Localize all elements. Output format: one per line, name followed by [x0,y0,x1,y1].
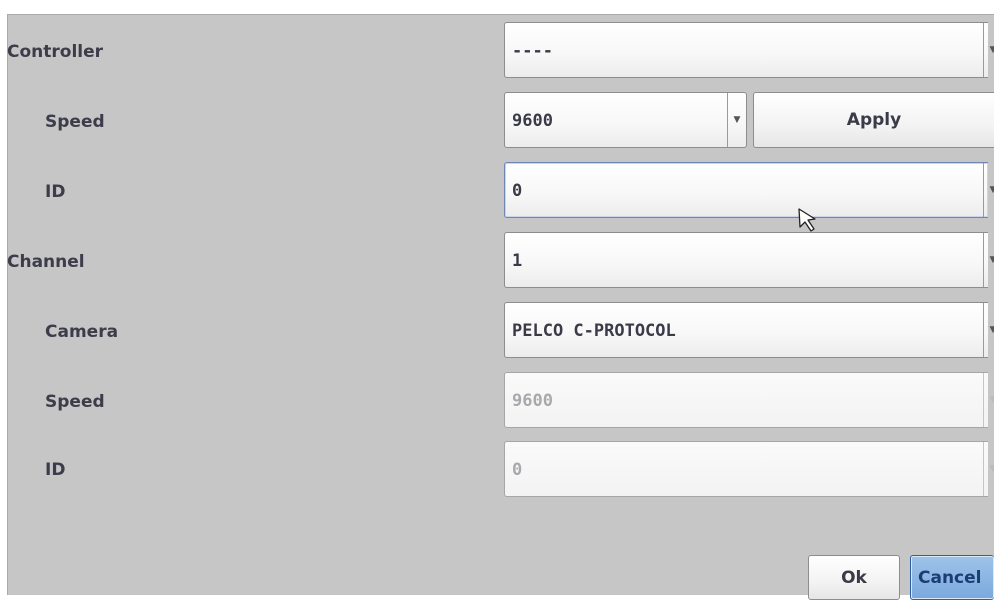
camera-protocol-select[interactable]: PELCO C-PROTOCOL ▼ [504,302,994,358]
apply-button[interactable]: Apply [753,92,994,148]
channel-label: Channel [7,252,85,272]
camera-id-value: 0 [512,460,523,480]
channel-value: 1 [512,251,523,271]
camera-speed-label: Speed [45,392,105,412]
controller-select[interactable]: ---- ▼ [504,22,994,78]
controller-id-label: ID [45,182,66,202]
controller-id-value: 0 [512,181,523,201]
camera-id-select: 0 ▼ [504,441,994,497]
controller-speed-select[interactable]: 9600 ▼ [504,92,747,148]
ok-button[interactable]: Ok [808,555,900,600]
chevron-down-icon[interactable]: ▼ [727,93,746,147]
controller-select-value: ---- [512,41,553,61]
chevron-down-icon: ▼ [983,373,994,427]
camera-id-label: ID [45,460,66,480]
mouse-pointer-icon [798,208,816,232]
camera-speed-value: 9600 [512,391,553,411]
chevron-down-icon: ▼ [983,442,994,496]
controller-speed-value: 9600 [512,111,553,131]
chevron-down-icon[interactable]: ▼ [983,23,994,77]
chevron-down-icon[interactable]: ▼ [983,163,994,217]
channel-select[interactable]: 1 ▼ [504,232,994,288]
cancel-button[interactable]: Cancel [910,555,994,600]
camera-label: Camera [45,322,119,342]
controller-label: Controller [7,42,104,62]
controller-speed-label: Speed [45,112,105,132]
chevron-down-icon[interactable]: ▼ [983,303,994,357]
controller-id-select[interactable]: 0 ▼ [504,162,994,218]
camera-protocol-value: PELCO C-PROTOCOL [512,321,676,341]
chevron-down-icon[interactable]: ▼ [983,233,994,287]
camera-speed-select: 9600 ▼ [504,372,994,428]
